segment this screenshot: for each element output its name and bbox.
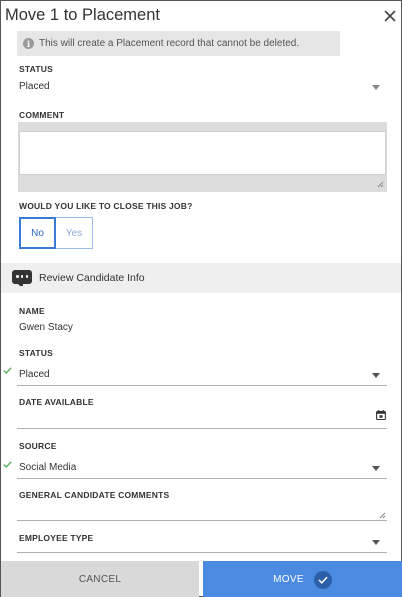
review-candidate-section[interactable]: Review Candidate Info: [1, 263, 401, 293]
check-icon: [3, 461, 12, 468]
dialog-footer: CANCEL MOVE: [1, 561, 402, 597]
employee-type-select[interactable]: [17, 534, 387, 554]
resize-handle-icon[interactable]: [377, 181, 384, 188]
candidate-status-value: Placed: [19, 369, 50, 380]
source-select[interactable]: Social Media: [17, 458, 387, 478]
comment-textarea[interactable]: [19, 131, 386, 175]
info-text: This will create a Placement record that…: [39, 38, 300, 49]
chevron-down-icon: [372, 373, 380, 378]
info-icon: i: [23, 38, 34, 49]
close-icon[interactable]: [381, 7, 399, 25]
status-select[interactable]: Placed: [17, 78, 387, 98]
divider: [17, 428, 387, 429]
move-button-label: MOVE: [273, 574, 304, 585]
date-available-label: DATE AVAILABLE: [19, 397, 94, 407]
speech-bubble-icon: [12, 270, 32, 286]
candidate-status-select[interactable]: Placed: [17, 365, 387, 385]
cancel-button-label: CANCEL: [78, 574, 122, 585]
divider: [17, 520, 387, 521]
status-label: STATUS: [19, 64, 53, 74]
move-to-placement-dialog: Move 1 to Placement i This will create a…: [0, 0, 402, 597]
chevron-down-icon: [372, 466, 380, 471]
check-icon: [3, 367, 12, 374]
status-value: Placed: [19, 81, 50, 92]
close-job-toggle: No Yes: [19, 217, 94, 249]
cancel-button[interactable]: CANCEL: [1, 561, 199, 597]
move-button[interactable]: MOVE: [203, 561, 402, 597]
name-value: Gwen Stacy: [19, 322, 73, 333]
comment-label: COMMENT: [19, 110, 65, 120]
chevron-down-icon: [372, 85, 380, 90]
source-value: Social Media: [19, 462, 77, 473]
comment-field[interactable]: [18, 122, 387, 192]
divider: [17, 385, 387, 386]
name-label: NAME: [19, 306, 45, 316]
close-job-label: WOULD YOU LIKE TO CLOSE THIS JOB?: [19, 201, 193, 211]
general-comments-label: GENERAL CANDIDATE COMMENTS: [19, 490, 170, 500]
divider: [17, 552, 387, 553]
general-comments-textarea[interactable]: [17, 501, 387, 519]
section-title: Review Candidate Info: [39, 272, 145, 284]
resize-handle-icon[interactable]: [379, 512, 386, 519]
candidate-status-label: STATUS: [19, 348, 53, 358]
check-circle-icon: [313, 570, 332, 589]
chevron-down-icon: [372, 540, 380, 545]
dialog-title: Move 1 to Placement: [5, 6, 160, 24]
dialog-header: Move 1 to Placement: [1, 1, 401, 31]
info-banner: i This will create a Placement record th…: [17, 31, 340, 56]
close-job-yes-button[interactable]: Yes: [56, 217, 93, 249]
source-label: SOURCE: [19, 441, 57, 451]
close-job-no-button[interactable]: No: [19, 217, 56, 249]
divider: [17, 478, 387, 479]
calendar-icon[interactable]: [376, 410, 386, 420]
